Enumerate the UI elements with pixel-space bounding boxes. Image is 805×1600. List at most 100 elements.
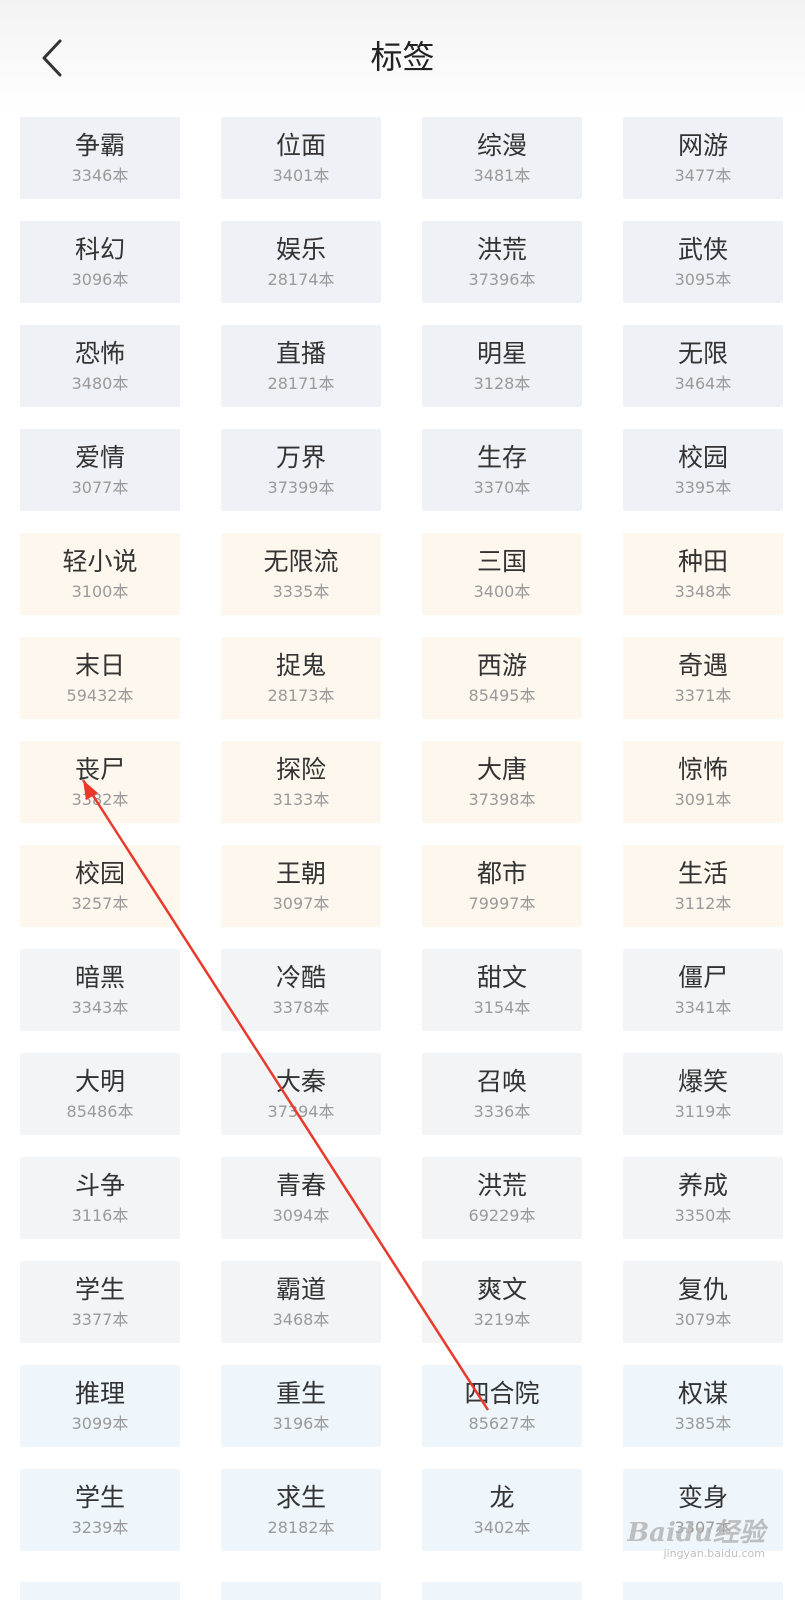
- tag-item[interactable]: 武侠 3095本: [623, 221, 783, 303]
- tag-name: 王朝: [275, 859, 326, 888]
- tag-name: 洪荒: [476, 235, 527, 264]
- tag-item[interactable]: 召唤 3336本: [422, 1053, 582, 1135]
- tag-item[interactable]: 都市 79997本: [422, 845, 582, 927]
- tag-count: 85495本: [468, 686, 536, 705]
- tag-item[interactable]: 养成 3350本: [623, 1157, 783, 1239]
- tag-count: 3112本: [674, 894, 732, 913]
- tag-name: 僵尸: [677, 963, 728, 992]
- tag-item[interactable]: 明星 3128本: [422, 325, 582, 407]
- tag-item[interactable]: 三国 3400本: [422, 533, 582, 615]
- tag-count: 3377本: [71, 1310, 129, 1329]
- tag-item[interactable]: 甜文 3154本: [422, 949, 582, 1031]
- tag-item[interactable]: 校园 3257本: [20, 845, 180, 927]
- tag-item[interactable]: 生活 3112本: [623, 845, 783, 927]
- tag-item[interactable]: 爆笑 3119本: [623, 1053, 783, 1135]
- tag-count: 69229本: [468, 1206, 536, 1225]
- tag-item[interactable]: 网游 3477本: [623, 117, 783, 199]
- tag-name: 捉鬼: [275, 651, 326, 680]
- tag-item[interactable]: 无限 3464本: [623, 325, 783, 407]
- tag-name: 霸道: [275, 1275, 326, 1304]
- tag-count: 3350本: [674, 1206, 732, 1225]
- tag-name: 重生: [275, 1379, 326, 1408]
- tag-item[interactable]: 四合院 85627本: [422, 1365, 582, 1447]
- tag-item[interactable]: 恐怖 3480本: [20, 325, 180, 407]
- tag-item[interactable]: 综漫 3481本: [422, 117, 582, 199]
- tag-item[interactable]: 生存 3370本: [422, 429, 582, 511]
- tag-item[interactable]: 奇遇 3371本: [623, 637, 783, 719]
- tag-count: 3094本: [272, 1206, 330, 1225]
- tag-item[interactable]: 学生 3239本: [20, 1469, 180, 1551]
- tag-count: 28174本: [267, 270, 335, 289]
- tag-item[interactable]: 求生 28182本: [221, 1469, 381, 1551]
- tag-item[interactable]: 龙 3402本: [422, 1469, 582, 1551]
- tag-count: 3385本: [674, 1414, 732, 1433]
- tag-item[interactable]: 轻小说 3100本: [20, 533, 180, 615]
- tag-item[interactable]: 娱乐 28174本: [221, 221, 381, 303]
- tag-name: 爽文: [476, 1275, 527, 1304]
- tag-item[interactable]: 重生 3196本: [221, 1365, 381, 1447]
- tag-count: 3096本: [71, 270, 129, 289]
- tag-name: 三国: [476, 547, 527, 576]
- tag-item[interactable]: 僵尸 3341本: [623, 949, 783, 1031]
- tag-item[interactable]: 冷酷 3378本: [221, 949, 381, 1031]
- tag-count: 3464本: [674, 374, 732, 393]
- tag-item[interactable]: 王朝 3097本: [221, 845, 381, 927]
- tag-name: 科幻: [74, 235, 125, 264]
- tag-count: 37394本: [267, 1102, 335, 1121]
- tag-count: 3219本: [473, 1310, 531, 1329]
- tag-name: 复仇: [677, 1275, 728, 1304]
- tag-item[interactable]: 直播 28171本: [221, 325, 381, 407]
- tag-item[interactable]: 种田 3348本: [623, 533, 783, 615]
- tag-item[interactable]: 惊怖 3091本: [623, 741, 783, 823]
- tag-item[interactable]: 无限流 3335本: [221, 533, 381, 615]
- tag-item[interactable]: 位面 3401本: [221, 117, 381, 199]
- tag-name: 娱乐: [275, 235, 326, 264]
- tag-item[interactable]: 科幻 3096本: [20, 221, 180, 303]
- tag-name: 生存: [476, 443, 527, 472]
- tag-item[interactable]: 暗黑 3343本: [20, 949, 180, 1031]
- tag-name: 四合院: [464, 1379, 540, 1408]
- tag-name: 恐怖: [74, 339, 125, 368]
- tag-item[interactable]: 洪荒 69229本: [422, 1157, 582, 1239]
- tag-name: 校园: [677, 443, 728, 472]
- partial-tag[interactable]: [20, 1582, 180, 1600]
- tag-item[interactable]: 斗争 3116本: [20, 1157, 180, 1239]
- tag-item[interactable]: 学生 3377本: [20, 1261, 180, 1343]
- tag-count: 3480本: [71, 374, 129, 393]
- tag-item[interactable]: 青春 3094本: [221, 1157, 381, 1239]
- tag-item[interactable]: 爽文 3219本: [422, 1261, 582, 1343]
- tag-item[interactable]: 探险 3133本: [221, 741, 381, 823]
- tag-name: 校园: [74, 859, 125, 888]
- tag-name: 爆笑: [677, 1067, 728, 1096]
- tag-count: 28173本: [267, 686, 335, 705]
- tag-item[interactable]: 万界 37399本: [221, 429, 381, 511]
- tag-count: 3395本: [674, 478, 732, 497]
- tag-item[interactable]: 捉鬼 28173本: [221, 637, 381, 719]
- tag-item[interactable]: 西游 85495本: [422, 637, 582, 719]
- tag-item[interactable]: 大唐 37398本: [422, 741, 582, 823]
- tag-item[interactable]: 大秦 37394本: [221, 1053, 381, 1135]
- tag-item[interactable]: 爱情 3077本: [20, 429, 180, 511]
- tag-name: 冷酷: [275, 963, 326, 992]
- tag-count: 3079本: [674, 1310, 732, 1329]
- tag-item[interactable]: 丧尸 3382本: [20, 741, 180, 823]
- tag-item[interactable]: 争霸 3346本: [20, 117, 180, 199]
- tag-item[interactable]: 推理 3099本: [20, 1365, 180, 1447]
- tag-item[interactable]: 洪荒 37396本: [422, 221, 582, 303]
- tag-item[interactable]: 大明 85486本: [20, 1053, 180, 1135]
- tag-item[interactable]: 校园 3395本: [623, 429, 783, 511]
- partial-tag[interactable]: [422, 1582, 582, 1600]
- tag-grid: 争霸 3346本 位面 3401本 综漫 3481本 网游 3477本科幻 3096本 娱乐 281…: [20, 117, 783, 1551]
- tag-name: 无限: [677, 339, 728, 368]
- tag-count: 3097本: [272, 894, 330, 913]
- tag-count: 3154本: [473, 998, 531, 1017]
- tag-item[interactable]: 权谋 3385本: [623, 1365, 783, 1447]
- partial-tag[interactable]: [221, 1582, 381, 1600]
- tag-item[interactable]: 霸道 3468本: [221, 1261, 381, 1343]
- tag-item[interactable]: 末日 59432本: [20, 637, 180, 719]
- tag-count: 3335本: [272, 582, 330, 601]
- tag-name: 万界: [275, 443, 326, 472]
- tag-name: 明星: [476, 339, 527, 368]
- partial-tag[interactable]: [623, 1582, 783, 1600]
- tag-item[interactable]: 复仇 3079本: [623, 1261, 783, 1343]
